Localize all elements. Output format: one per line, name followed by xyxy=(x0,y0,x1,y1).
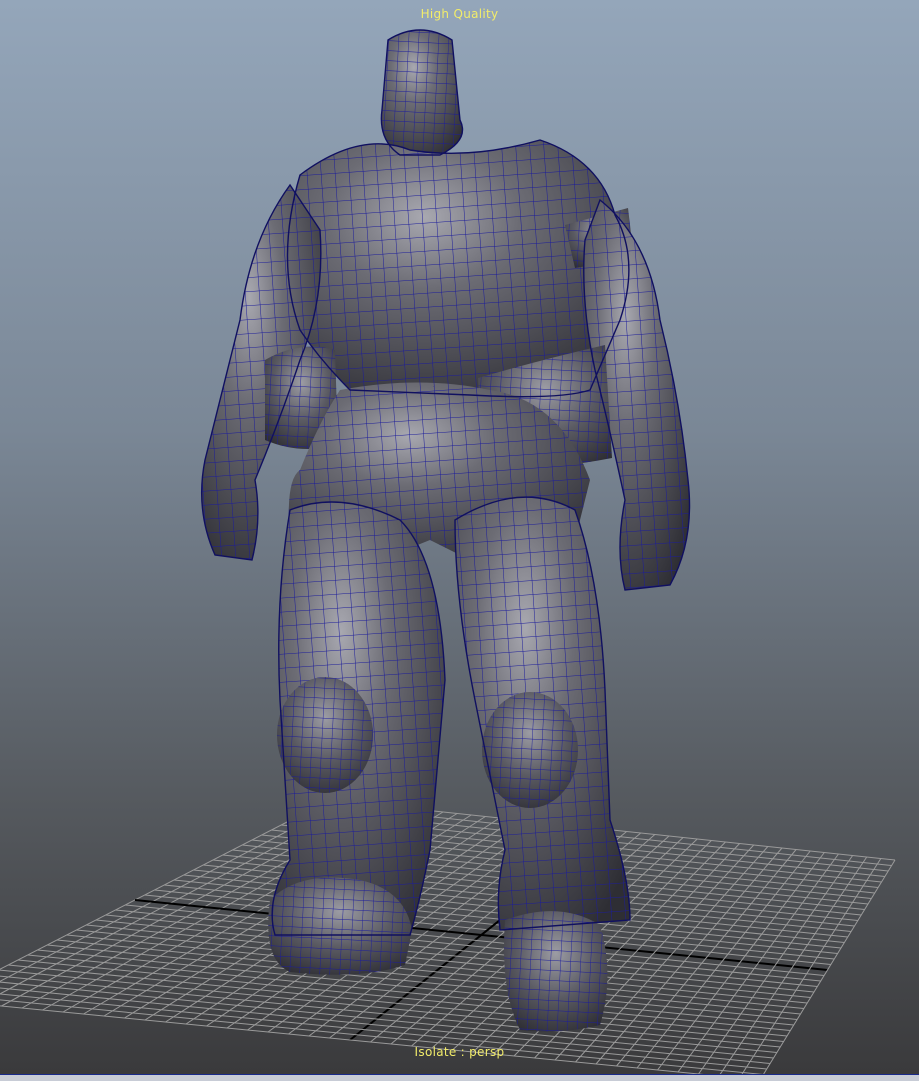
character-mesh[interactable] xyxy=(201,29,691,1032)
perspective-viewport[interactable]: High Quality Isolate: persp xyxy=(0,0,919,1074)
grid-line xyxy=(741,858,882,1074)
scene-canvas[interactable] xyxy=(0,0,919,1074)
grid-line xyxy=(763,859,896,1074)
ground-grid xyxy=(0,799,896,1074)
head-wire xyxy=(381,30,463,155)
isolate-label: Isolate : persp xyxy=(414,1045,505,1059)
